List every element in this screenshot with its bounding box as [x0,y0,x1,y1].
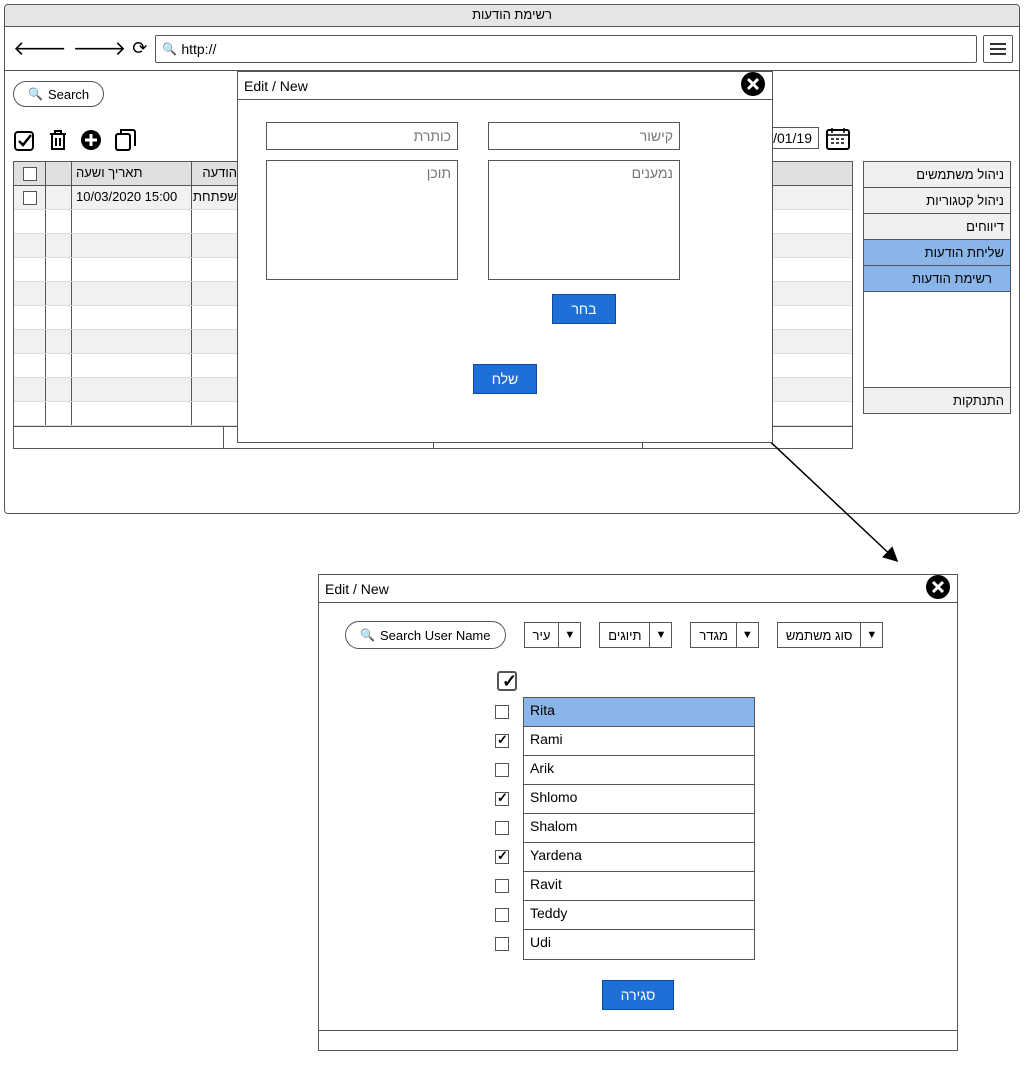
forward-icon[interactable]: 🡒 [71,36,129,61]
user-row[interactable]: Rami [524,727,754,756]
user-checkbox[interactable] [495,705,509,719]
chevron-down-icon: ▼ [649,623,671,647]
subject-input[interactable] [266,122,458,150]
user-row[interactable]: Yardena [524,843,754,872]
add-icon[interactable] [79,128,103,152]
user-checkbox[interactable] [495,879,509,893]
filter-tags[interactable]: תיוגים ▼ [599,622,672,648]
user-checkbox[interactable] [495,763,509,777]
url-bar[interactable]: 🔍 http:// [155,35,977,63]
sidebar-item-reports[interactable]: דיווחים [864,214,1010,240]
link-input[interactable] [488,122,680,150]
window-title: רשימת הודעות [5,5,1019,27]
delete-icon[interactable] [47,128,69,152]
filter-gender[interactable]: מגדר ▼ [690,622,758,648]
user-picker-modal: Edit / New 🔍 Search User Name עיר ▼ תיוג… [318,574,958,1051]
user-row[interactable]: Shlomo [524,785,754,814]
calendar-icon[interactable] [825,125,851,151]
recipients-input[interactable] [488,160,680,280]
user-row[interactable]: Ravit [524,872,754,901]
user-checkbox[interactable] [495,792,509,806]
sidebar-spacer [864,292,1010,388]
chevron-down-icon: ▼ [736,623,758,647]
search-icon: 🔍 [360,628,375,642]
sidebar-item-logout[interactable]: התנתקות [864,388,1010,413]
chevron-down-icon: ▼ [860,623,882,647]
sidebar: ניהול משתמשים ניהול קטגוריות דיווחים שלי… [863,161,1011,414]
user-row[interactable]: Shalom [524,814,754,843]
close-button[interactable]: סגירה [602,980,675,1010]
sidebar-item-message-list[interactable]: רשימת הודעות [864,266,1010,292]
select-all-checkbox[interactable] [23,167,37,181]
modal-statusbar [319,1030,957,1050]
url-text: http:// [181,41,216,57]
row-checkbox[interactable] [23,191,37,205]
modal-title-text: Edit / New [325,581,389,597]
user-checkbox[interactable] [495,850,509,864]
user-checkbox[interactable] [495,908,509,922]
close-icon[interactable] [740,71,766,101]
sidebar-item-send-messages[interactable]: שליחת הודעות [864,240,1010,266]
back-icon[interactable]: 🡐 [11,36,69,61]
body-input[interactable] [266,160,458,280]
search-icon: 🔍 [162,42,177,56]
choose-button[interactable]: בחר [552,294,615,324]
col-date: תאריך ושעה [72,162,192,185]
col-status: הודעה [192,162,242,185]
user-checkbox[interactable] [495,734,509,748]
user-list: RitaRamiArikShlomoShalomYardenaRavitTedd… [523,697,755,960]
user-search-input[interactable]: 🔍 Search User Name [345,621,506,649]
user-checkbox[interactable] [495,937,509,951]
close-icon[interactable] [925,574,951,604]
search-icon: 🔍 [28,87,43,101]
user-row[interactable]: Teddy [524,901,754,930]
send-button[interactable]: שלח [473,364,538,394]
user-row[interactable]: Udi [524,930,754,959]
user-checkbox[interactable] [495,821,509,835]
select-all-checkbox[interactable] [497,671,517,691]
sidebar-item-categories[interactable]: ניהול קטגוריות [864,188,1010,214]
user-row[interactable]: Rita [524,698,754,727]
modal-title-text: Edit / New [244,78,308,94]
reload-icon[interactable]: ⟳ [130,38,149,59]
edit-modal: Edit / New בחר שלח [237,71,773,443]
app-window: רשימת הודעות 🡐 🡒 ⟳ 🔍 http:// 🔍 Search [4,4,1020,514]
menu-icon[interactable] [983,35,1013,63]
select-all-icon[interactable] [13,128,37,152]
browser-toolbar: 🡐 🡒 ⟳ 🔍 http:// [5,27,1019,71]
search-placeholder: Search [48,87,89,102]
filter-city[interactable]: עיר ▼ [524,622,582,648]
copy-icon[interactable] [113,127,139,153]
filter-usertype[interactable]: סוג משתמש ▼ [777,622,883,648]
search-input[interactable]: 🔍 Search [13,81,104,107]
sidebar-item-users[interactable]: ניהול משתמשים [864,162,1010,188]
user-row[interactable]: Arik [524,756,754,785]
chevron-down-icon: ▼ [558,623,580,647]
